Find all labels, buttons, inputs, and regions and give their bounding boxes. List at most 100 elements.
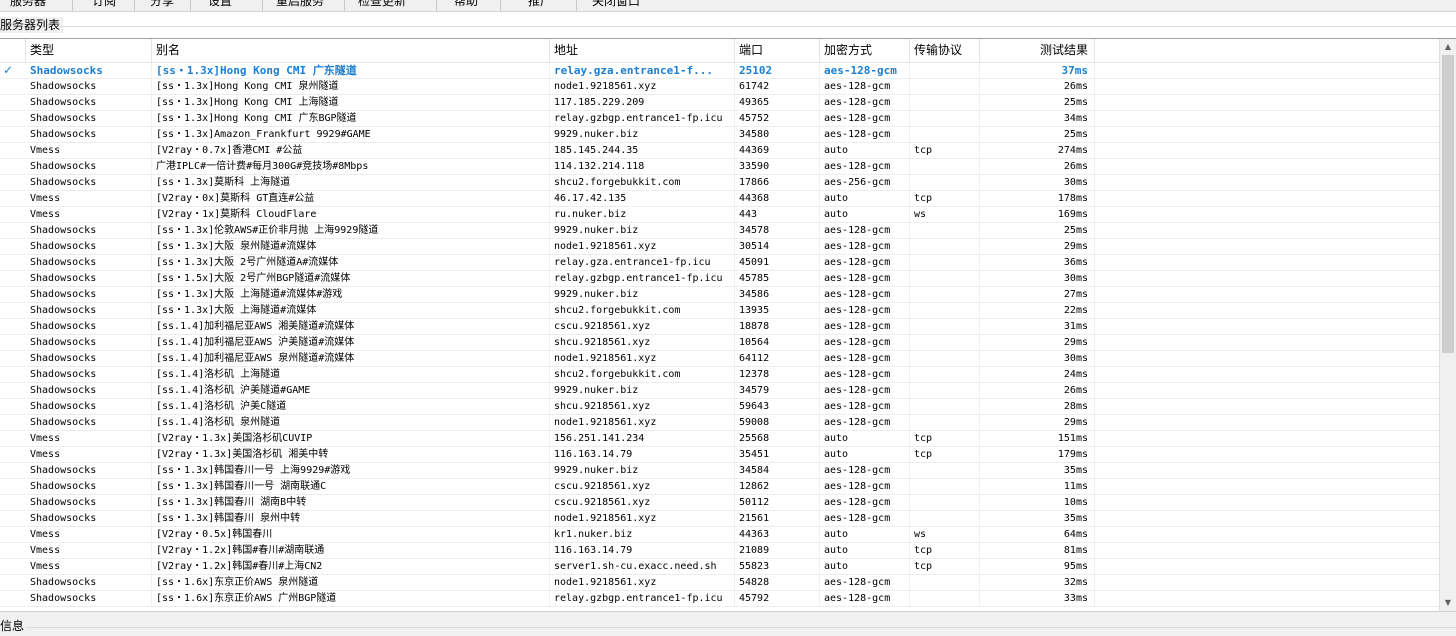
table-row[interactable]: ✓ Shadowsocks [ss・1.3x]Hong Kong CMI 广东隧道 r… xyxy=(0,63,1440,79)
cell-protocol xyxy=(910,511,980,526)
cell-test-result: 179ms xyxy=(980,447,1095,462)
info-divider xyxy=(26,627,1456,628)
table-row[interactable]: Shadowsocks [ss・1.3x]大阪 2号广州隧道A#流媒体 relay.… xyxy=(0,255,1440,271)
cell-port: 34580 xyxy=(735,127,820,142)
table-row[interactable]: Shadowsocks [ss・1.3x]Amazon_Frankfurt 992… xyxy=(0,127,1440,143)
table-row[interactable]: Shadowsocks [ss・1.3x]韩国春川 泉州中转 node1.92185… xyxy=(0,511,1440,527)
header-test-result[interactable]: 测试结果 xyxy=(980,39,1095,62)
header-protocol[interactable]: 传输协议 xyxy=(910,39,980,62)
cell-address: relay.gzbgp.entrance1-fp.icu xyxy=(550,271,735,286)
cell-address: 9929.nuker.biz xyxy=(550,127,735,142)
table-row[interactable]: Shadowsocks [ss・1.3x]韩国春川一号 湖南联通C cscu.921… xyxy=(0,479,1440,495)
cell-alias: [ss.1.4]洛杉矶 沪美隧道#GAME xyxy=(152,383,550,398)
cell-encryption: aes-128-gcm xyxy=(820,63,910,78)
menu-item-4[interactable]: 重启服务 xyxy=(276,0,324,9)
header-address[interactable]: 地址 xyxy=(550,39,735,62)
cell-type: Shadowsocks xyxy=(26,95,152,110)
menu-item-3[interactable]: 设置 xyxy=(208,0,232,9)
cell-address: shcu.9218561.xyz xyxy=(550,399,735,414)
cell-type: Shadowsocks xyxy=(26,271,152,286)
menu-item-0[interactable]: 服务器 xyxy=(10,0,46,9)
cell-type: Shadowsocks xyxy=(26,511,152,526)
cell-address: 9929.nuker.biz xyxy=(550,223,735,238)
cell-type: Vmess xyxy=(26,191,152,206)
cell-port: 49365 xyxy=(735,95,820,110)
cell-type: Shadowsocks xyxy=(26,63,152,78)
menu-separator xyxy=(134,0,135,11)
table-row[interactable]: Shadowsocks [ss・1.6x]东京正价AWS 广州BGP隧道 relay… xyxy=(0,591,1440,607)
cell-port: 34586 xyxy=(735,287,820,302)
cell-protocol xyxy=(910,239,980,254)
cell-encryption: aes-128-gcm xyxy=(820,255,910,270)
cell-encryption: aes-128-gcm xyxy=(820,127,910,142)
cell-protocol xyxy=(910,591,980,606)
cell-alias: [ss.1.4]加利福尼亚AWS 湘美隧道#流媒体 xyxy=(152,319,550,334)
table-row[interactable]: Vmess [V2ray・1.2x]韩国#春川#湖南联通 116.163.14.79… xyxy=(0,543,1440,559)
cell-port: 33590 xyxy=(735,159,820,174)
table-row[interactable]: Vmess [V2ray・0.7x]香港CMI #公益 185.145.244.35… xyxy=(0,143,1440,159)
table-row[interactable]: Shadowsocks [ss・1.6x]东京正价AWS 泉州隧道 node1.92… xyxy=(0,575,1440,591)
menu-item-8[interactable]: 关闭窗口 xyxy=(592,0,640,9)
scrollbar-thumb[interactable] xyxy=(1442,55,1454,353)
cell-test-result: 26ms xyxy=(980,383,1095,398)
menu-item-2[interactable]: 分享 xyxy=(150,0,174,9)
table-row[interactable]: Shadowsocks [ss・1.3x]伦敦AWS#正价非月抛 上海9929隧道… xyxy=(0,223,1440,239)
menu-item-6[interactable]: 帮助 xyxy=(454,0,478,9)
group-divider xyxy=(60,26,1456,27)
header-encryption[interactable]: 加密方式 xyxy=(820,39,910,62)
table-row[interactable]: Shadowsocks [ss・1.3x]韩国春川一号 上海9929#游戏 9929… xyxy=(0,463,1440,479)
table-row[interactable]: Vmess [V2ray・0.5x]韩国春川 kr1.nuker.biz 44363 a… xyxy=(0,527,1440,543)
cell-address: kr1.nuker.biz xyxy=(550,527,735,542)
menu-item-1[interactable]: 订阅 xyxy=(92,0,116,9)
header-port[interactable]: 端口 xyxy=(735,39,820,62)
scroll-down-icon[interactable]: ▼ xyxy=(1440,595,1456,611)
menu-item-5[interactable]: 检查更新 xyxy=(358,0,406,9)
cell-encryption: aes-128-gcm xyxy=(820,415,910,430)
table-row[interactable]: Shadowsocks [ss.1.4]洛杉矶 泉州隧道 node1.9218561… xyxy=(0,415,1440,431)
table-row[interactable]: Vmess [V2ray・1.2x]韩国#春川#上海CN2 server1.sh-c… xyxy=(0,559,1440,575)
cell-address: server1.sh-cu.exacc.need.sh xyxy=(550,559,735,574)
table-row[interactable]: Shadowsocks [ss・1.3x]Hong Kong CMI 上海隧道 11… xyxy=(0,95,1440,111)
table-row[interactable]: Shadowsocks [ss・1.3x]大阪 上海隧道#流媒体 shcu2.for… xyxy=(0,303,1440,319)
cell-alias: [ss・1.3x]韩国春川 泉州中转 xyxy=(152,511,550,526)
server-list-view[interactable]: 类型 别名 地址 端口 加密方式 传输协议 测试结果 ✓ Shadowsocks[… xyxy=(0,38,1456,611)
table-row[interactable]: Shadowsocks [ss.1.4]洛杉矶 沪美C隧道 shcu.9218561… xyxy=(0,399,1440,415)
cell-alias: [V2ray・1.2x]韩国#春川#上海CN2 xyxy=(152,559,550,574)
table-row[interactable]: Shadowsocks [ss・1.3x]Hong Kong CMI 广东BGP隧… xyxy=(0,111,1440,127)
cell-test-result: 32ms xyxy=(980,575,1095,590)
cell-protocol xyxy=(910,415,980,430)
cell-port: 12862 xyxy=(735,479,820,494)
table-row[interactable]: Shadowsocks [ss.1.4]加利福尼亚AWS 泉州隧道#流媒体 node… xyxy=(0,351,1440,367)
cell-address: node1.9218561.xyz xyxy=(550,79,735,94)
table-row[interactable]: Vmess [V2ray・1x]莫斯科 CloudFlare ru.nuker.bi… xyxy=(0,207,1440,223)
table-row[interactable]: Shadowsocks [ss.1.4]洛杉矶 沪美隧道#GAME 9929.nuk… xyxy=(0,383,1440,399)
table-row[interactable]: Shadowsocks [ss・1.3x]韩国春川 湖南B中转 cscu.92185… xyxy=(0,495,1440,511)
table-row[interactable]: Shadowsocks [ss.1.4]洛杉矶 上海隧道 shcu2.forgebu… xyxy=(0,367,1440,383)
table-row[interactable]: Shadowsocks [ss・1.3x]莫斯科 上海隧道 shcu2.forgeb… xyxy=(0,175,1440,191)
cell-alias: [V2ray・0.7x]香港CMI #公益 xyxy=(152,143,550,158)
cell-encryption: aes-128-gcm xyxy=(820,575,910,590)
cell-address: 46.17.42.135 xyxy=(550,191,735,206)
cell-test-result: 37ms xyxy=(980,63,1095,78)
table-row[interactable]: Vmess [V2ray・1.3x]美国洛杉矶 湘美中转 116.163.14.79… xyxy=(0,447,1440,463)
table-row[interactable]: Vmess [V2ray・0x]莫斯科 GT直连#公益 46.17.42.135 44… xyxy=(0,191,1440,207)
table-row[interactable]: Shadowsocks [ss・1.3x]大阪 上海隧道#流媒体#游戏 9929.n… xyxy=(0,287,1440,303)
table-row[interactable]: Shadowsocks [ss・1.5x]大阪 2号广州BGP隧道#流媒体 rela… xyxy=(0,271,1440,287)
cell-encryption: aes-128-gcm xyxy=(820,399,910,414)
header-type[interactable]: 类型 xyxy=(26,39,152,62)
table-row[interactable]: Shadowsocks [ss・1.3x]Hong Kong CMI 泉州隧道 no… xyxy=(0,79,1440,95)
table-row[interactable]: Shadowsocks [ss.1.4]加利福尼亚AWS 湘美隧道#流媒体 cscu… xyxy=(0,319,1440,335)
scroll-up-icon[interactable]: ▲ xyxy=(1440,39,1456,55)
cell-type: Vmess xyxy=(26,543,152,558)
table-row[interactable]: Shadowsocks 广港IPLC#一倍计费#每月300G#竞技场#8Mbps 1… xyxy=(0,159,1440,175)
cell-test-result: 30ms xyxy=(980,351,1095,366)
table-row[interactable]: Vmess [V2ray・1.3x]美国洛杉矶CUVIP 156.251.141.2… xyxy=(0,431,1440,447)
menu-item-7[interactable]: 推广 xyxy=(528,0,552,9)
header-alias[interactable]: 别名 xyxy=(152,39,550,62)
header-check-column[interactable] xyxy=(0,39,26,62)
table-row[interactable]: Shadowsocks [ss.1.4]加利福尼亚AWS 沪美隧道#流媒体 shcu… xyxy=(0,335,1440,351)
table-row[interactable]: Shadowsocks [ss・1.3x]大阪 泉州隧道#流媒体 node1.921… xyxy=(0,239,1440,255)
vertical-scrollbar[interactable]: ▲ ▼ xyxy=(1439,39,1456,611)
cell-port: 17866 xyxy=(735,175,820,190)
cell-port: 59643 xyxy=(735,399,820,414)
